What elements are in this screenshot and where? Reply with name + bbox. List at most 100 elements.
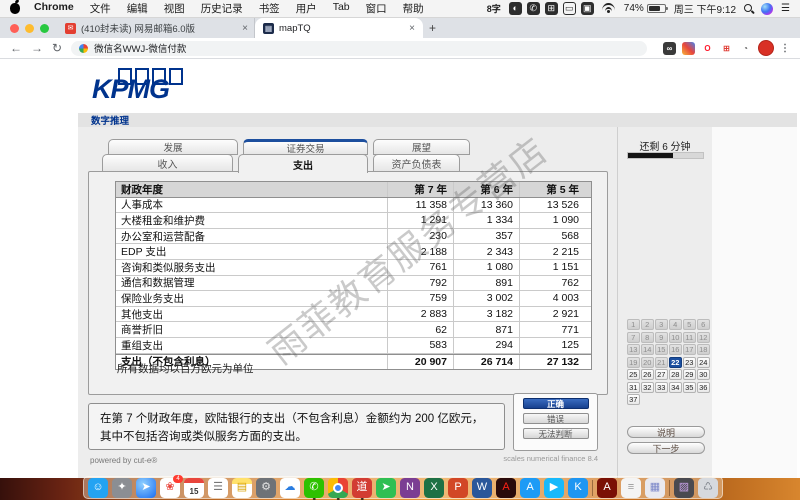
safari-dock-icon[interactable]: ➤ <box>136 478 156 498</box>
menu-item[interactable]: 书签 <box>251 1 288 16</box>
question-number-cell[interactable]: 17 <box>683 344 696 355</box>
question-number-cell[interactable]: 29 <box>683 369 696 380</box>
phone-status-icon[interactable]: ✆ <box>527 2 540 15</box>
red-grid-extension-icon[interactable]: ⊞ <box>720 42 733 55</box>
media-folder-dock-icon[interactable]: ▨ <box>674 478 694 498</box>
question-number-cell[interactable]: 5 <box>683 319 696 330</box>
question-number-cell[interactable]: 37 <box>627 394 640 405</box>
sync-status-icon[interactable]: ▣ <box>581 2 594 15</box>
photos-extension-icon[interactable] <box>682 42 695 55</box>
menu-item[interactable]: 用户 <box>288 1 325 16</box>
question-number-cell[interactable]: 20 <box>641 357 654 368</box>
tab-close-icon[interactable]: × <box>242 23 248 34</box>
forward-button[interactable]: → <box>31 42 43 54</box>
browser-tab-maptq-active[interactable]: ▦ mapTQ × <box>255 18 423 38</box>
answer-button[interactable]: 正确 <box>523 398 589 409</box>
tab-close-icon[interactable]: × <box>409 23 415 34</box>
sheet-tab[interactable]: 资产负债表 <box>373 154 460 172</box>
question-number-cell[interactable]: 4 <box>669 319 682 330</box>
question-number-cell[interactable]: 33 <box>655 382 668 393</box>
question-number-cell[interactable]: 22 <box>669 357 682 368</box>
next-button[interactable]: 下一步 <box>627 442 705 454</box>
question-number-cell[interactable]: 25 <box>627 369 640 380</box>
powerpoint-dock-icon[interactable]: P <box>448 478 468 498</box>
question-number-cell[interactable]: 21 <box>655 357 668 368</box>
category-tab[interactable]: 发展 <box>108 139 238 155</box>
photos-dock-icon[interactable]: ❀ 4 <box>160 478 180 498</box>
question-number-cell[interactable]: 13 <box>627 344 640 355</box>
question-number-cell[interactable]: 9 <box>655 332 668 343</box>
menu-item[interactable]: 历史记录 <box>193 1 251 16</box>
question-number-cell[interactable]: 12 <box>697 332 710 343</box>
images-folder-dock-icon[interactable]: ▦ <box>645 478 665 498</box>
menu-item[interactable]: Chrome <box>26 1 82 16</box>
window-minimize-button[interactable] <box>25 24 34 33</box>
chrome-dock-icon[interactable] <box>328 478 348 498</box>
address-bar[interactable]: 微信名WWJ-微信付款 <box>71 41 647 56</box>
question-number-cell[interactable]: 1 <box>627 319 640 330</box>
question-number-cell[interactable]: 7 <box>627 332 640 343</box>
question-number-cell[interactable]: 19 <box>627 357 640 368</box>
sheet-tab[interactable]: 收入 <box>102 154 233 172</box>
question-number-cell[interactable]: 15 <box>655 344 668 355</box>
category-tab[interactable]: 证券交易 <box>243 139 368 155</box>
question-number-cell[interactable]: 16 <box>669 344 682 355</box>
apple-menu-icon[interactable] <box>10 3 20 14</box>
question-number-cell[interactable]: 31 <box>627 382 640 393</box>
question-number-cell[interactable]: 14 <box>641 344 654 355</box>
calendar-dock-icon[interactable]: 15 <box>184 478 204 498</box>
control-center-icon[interactable]: ☰ <box>781 3 790 14</box>
onenote-dock-icon[interactable]: N <box>400 478 420 498</box>
question-number-cell[interactable]: 11 <box>683 332 696 343</box>
opera-extension-icon[interactable]: O <box>701 42 714 55</box>
reload-button[interactable]: ↻ <box>52 42 62 54</box>
answer-button[interactable]: 错误 <box>523 413 589 424</box>
question-number-cell[interactable]: 3 <box>655 319 668 330</box>
ime-swirl-status-icon[interactable]: ◐ <box>509 2 522 15</box>
menu-item[interactable]: Tab <box>325 1 358 16</box>
window-zoom-button[interactable] <box>40 24 49 33</box>
wifi-icon[interactable] <box>602 3 616 14</box>
youdao-dict-dock-icon[interactable]: 道 <box>352 478 372 498</box>
new-tab-button[interactable]: + <box>429 21 436 35</box>
window-close-button[interactable] <box>10 24 19 33</box>
wechat-dock-icon[interactable]: ✆ <box>304 478 324 498</box>
grid-status-icon[interactable]: ⊞ <box>545 2 558 15</box>
text-document-dock-icon[interactable]: ≡ <box>621 478 641 498</box>
display-status-icon[interactable]: ▭ <box>563 2 576 15</box>
category-tab[interactable]: 展望 <box>373 139 470 155</box>
browser-tab-mail[interactable]: ✉ (410封未读) 网易邮箱6.0版 × <box>59 18 255 38</box>
paper-plane-dock-icon[interactable]: ➤ <box>376 478 396 498</box>
notes-dock-icon[interactable]: ▤ <box>232 478 252 498</box>
gray-circle-extension-icon[interactable]: ◔ <box>739 42 752 55</box>
question-number-cell[interactable]: 32 <box>641 382 654 393</box>
cloud-drive-dock-icon[interactable]: ☁ <box>280 478 300 498</box>
question-number-cell[interactable]: 36 <box>697 382 710 393</box>
pdf-document-dock-icon[interactable]: A <box>597 478 617 498</box>
question-number-cell[interactable]: 35 <box>683 382 696 393</box>
menu-item[interactable]: 编辑 <box>119 1 156 16</box>
instructions-button[interactable]: 说明 <box>627 426 705 438</box>
excel-dock-icon[interactable]: X <box>424 478 444 498</box>
question-number-cell[interactable]: 24 <box>697 357 710 368</box>
question-number-cell[interactable]: 26 <box>641 369 654 380</box>
system-preferences-dock-icon[interactable]: ⚙ <box>256 478 276 498</box>
question-number-cell[interactable]: 6 <box>697 319 710 330</box>
profile-avatar[interactable] <box>758 40 774 56</box>
menu-item[interactable]: 帮助 <box>395 1 432 16</box>
question-number-cell[interactable]: 2 <box>641 319 654 330</box>
question-number-cell[interactable]: 28 <box>669 369 682 380</box>
question-number-cell[interactable]: 23 <box>683 357 696 368</box>
menu-item[interactable]: 窗口 <box>358 1 395 16</box>
question-number-cell[interactable]: 8 <box>641 332 654 343</box>
answer-button[interactable]: 无法判断 <box>523 428 589 439</box>
browser-menu-icon[interactable]: ⋮ <box>780 43 790 54</box>
question-number-cell[interactable]: 34 <box>669 382 682 393</box>
question-number-cell[interactable]: 10 <box>669 332 682 343</box>
word-dock-icon[interactable]: W <box>472 478 492 498</box>
spotlight-search-icon[interactable] <box>744 4 753 13</box>
sunglasses-extension-icon[interactable]: ∞ <box>663 42 676 55</box>
sheet-tab[interactable]: 支出 <box>238 154 368 173</box>
battery-indicator[interactable]: 74% <box>624 3 666 14</box>
question-number-cell[interactable]: 30 <box>697 369 710 380</box>
